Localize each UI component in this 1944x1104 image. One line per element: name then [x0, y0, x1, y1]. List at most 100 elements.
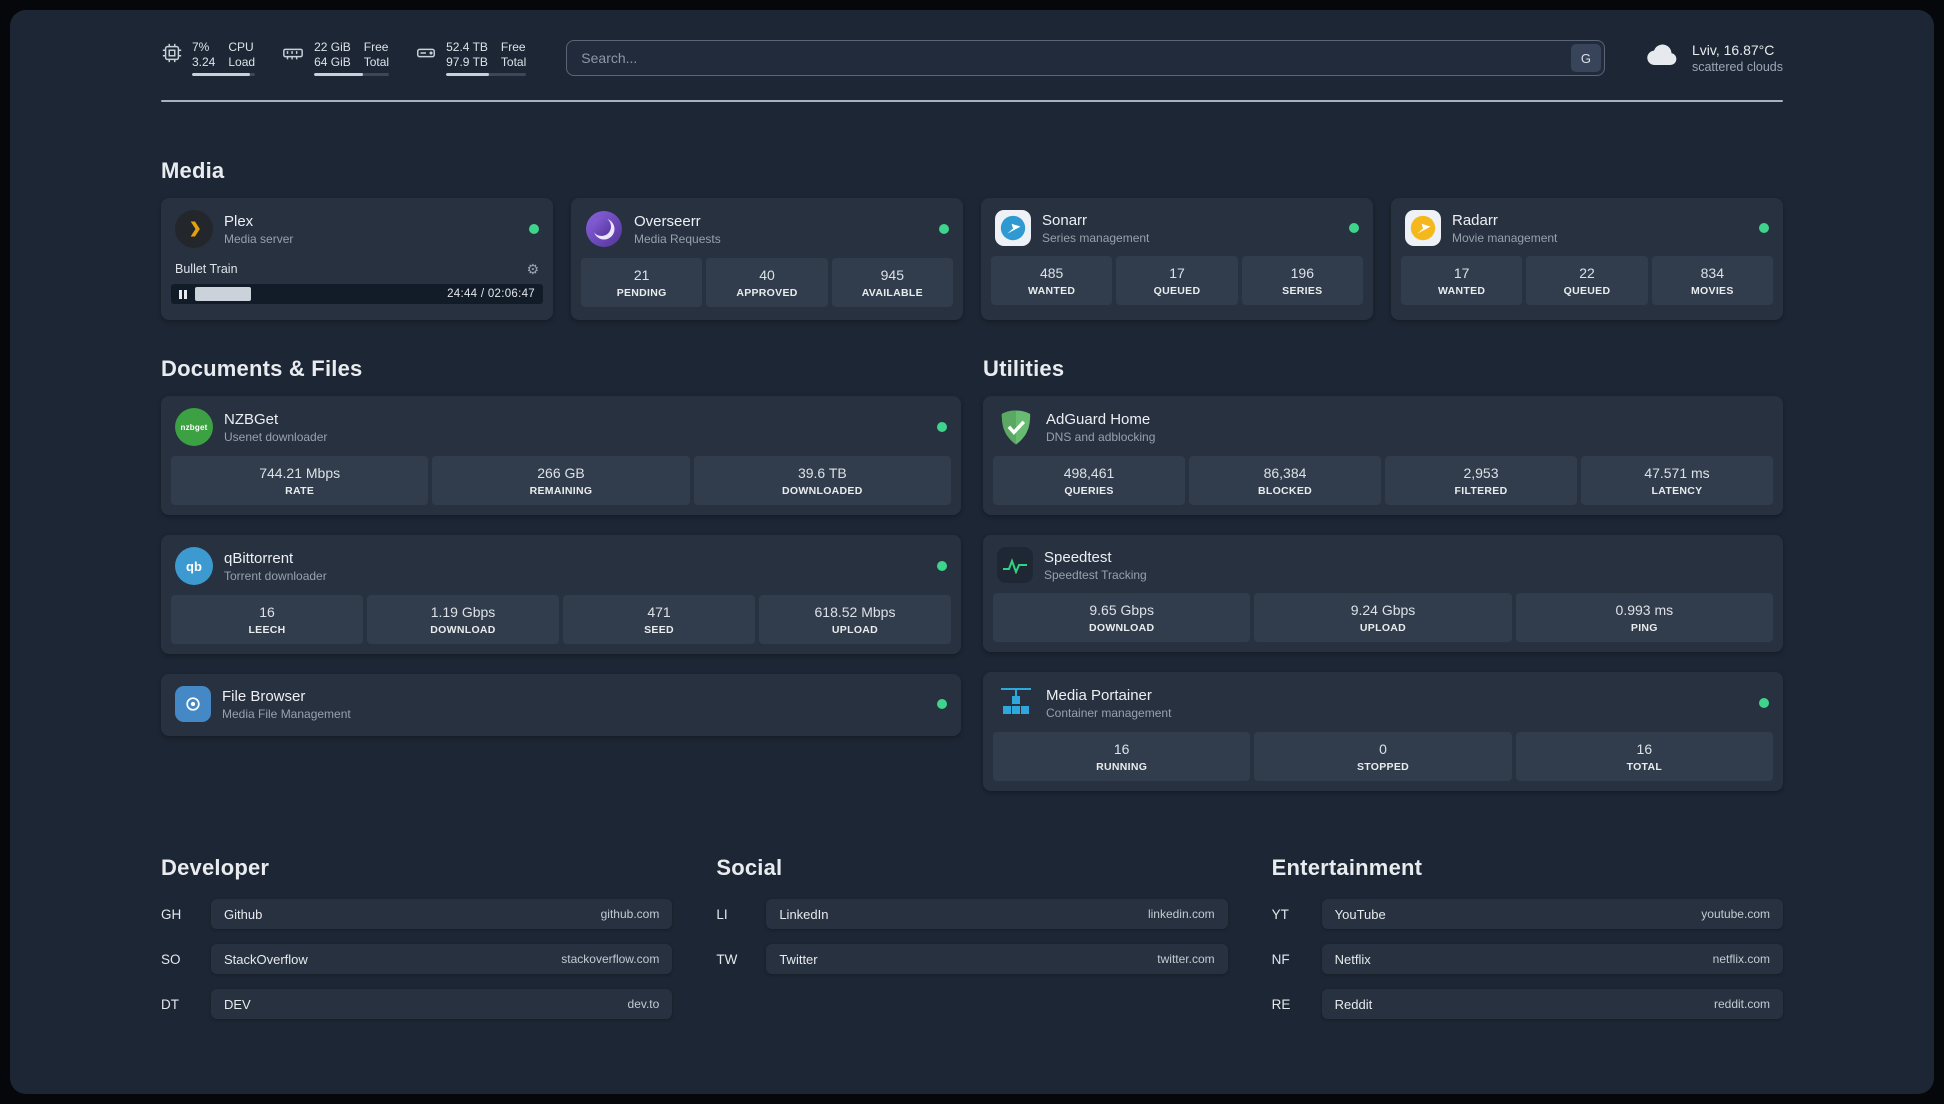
service-title: Overseerr — [634, 212, 701, 230]
service-link-radarr[interactable]: Radarr Movie management — [1401, 208, 1773, 256]
stat-leech: 16 LEECH — [171, 595, 363, 644]
service-card-sonarr: Sonarr Series management 485 WANTED 17 Q… — [981, 198, 1373, 320]
bookmark-abbr: GH — [161, 906, 182, 922]
service-card-qbittorrent: qb qBittorrent Torrent downloader 16 LEE… — [161, 535, 961, 654]
service-title: Speedtest — [1044, 548, 1112, 566]
cpu-label-2: Load — [228, 55, 256, 69]
section-title-media: Media — [161, 158, 225, 183]
service-title: NZBGet — [224, 410, 279, 428]
stat-upload: 9.24 Gbps UPLOAD — [1254, 593, 1512, 642]
section-title-entertainment: Entertainment — [1271, 855, 1423, 880]
stat-movies: 834 MOVIES — [1651, 256, 1773, 305]
status-dot — [1759, 698, 1769, 708]
service-subtitle: DNS and adblocking — [1046, 429, 1156, 444]
bookmark-abbr: SO — [161, 951, 181, 967]
search-bar: G — [566, 40, 1605, 76]
bookmark-abbr: DT — [161, 996, 179, 1012]
gear-icon[interactable]: ⚙ — [526, 262, 539, 276]
service-card-speedtest: Speedtest Speedtest Tracking 9.65 Gbps D… — [983, 535, 1783, 652]
service-subtitle: Torrent downloader — [224, 568, 327, 583]
search-input[interactable] — [566, 40, 1605, 76]
status-dot — [529, 224, 539, 234]
bookmark-abbr: YT — [1271, 906, 1289, 922]
bookmark-group-entertainment: Entertainment YT YouTube youtube.com NF … — [1272, 855, 1783, 1019]
bookmark-url: stackoverflow.com — [561, 952, 660, 966]
stat-queries: 498,461 QUERIES — [993, 456, 1185, 505]
stat-remaining: 266 GB REMAINING — [432, 456, 690, 505]
stat-wanted: 17 WANTED — [1401, 256, 1523, 305]
bookmark-card: Github github.com — [211, 899, 673, 929]
service-link-adguard[interactable]: AdGuard Home DNS and adblocking — [993, 406, 1773, 456]
cpu-load: 3.24 — [192, 55, 216, 69]
stat-approved: 40 APPROVED — [706, 258, 828, 307]
bookmark-url: reddit.com — [1713, 997, 1770, 1011]
bookmark-youtube[interactable]: YT YouTube youtube.com — [1272, 899, 1783, 929]
bookmark-twitter[interactable]: TW Twitter twitter.com — [716, 944, 1228, 974]
status-dot — [937, 699, 947, 709]
section-utilities: Utilities AdGuard Home DNS and adblockin… — [983, 356, 1783, 791]
header-divider — [161, 100, 1783, 102]
bookmark-linkedin[interactable]: LI LinkedIn linkedin.com — [716, 899, 1228, 929]
playback-progress-fill — [194, 287, 252, 301]
cpu-progress-fill — [192, 73, 251, 76]
bookmark-url: twitter.com — [1157, 952, 1215, 966]
service-title: File Browser — [222, 687, 306, 705]
bookmark-url: linkedin.com — [1147, 907, 1215, 921]
service-link-qbittorrent[interactable]: qb qBittorrent Torrent downloader — [171, 545, 951, 595]
memory-progress-track — [314, 73, 390, 76]
service-link-speedtest[interactable]: Speedtest Speedtest Tracking — [993, 545, 1773, 593]
memory-icon — [281, 42, 305, 64]
bookmark-reddit[interactable]: RE Reddit reddit.com — [1272, 989, 1783, 1019]
bookmark-card: StackOverflow stackoverflow.com — [211, 944, 673, 974]
status-dot — [937, 422, 947, 432]
disk-progress-track — [446, 73, 527, 76]
bookmark-netflix[interactable]: NF Netflix netflix.com — [1272, 944, 1783, 974]
service-link-plex[interactable]: Plex Media server — [171, 208, 543, 258]
memory-widget: 22 GiB 64 GiB Free Total — [281, 40, 390, 76]
dashboard: 7% 3.24 CPU Load 22 GiB 64 GiB Free Tota… — [10, 10, 1934, 1094]
sonarr-icon — [995, 210, 1031, 246]
bookmark-stackoverflow[interactable]: SO StackOverflow stackoverflow.com — [161, 944, 673, 974]
bookmark-dev[interactable]: DT DEV dev.to — [161, 989, 673, 1019]
disk-widget: 52.4 TB 97.9 TB Free Total — [415, 40, 527, 76]
stat-pending: 21 PENDING — [581, 258, 703, 307]
disk-progress-fill — [446, 73, 489, 76]
playback-time: 24:44 / 02:06:47 — [447, 288, 535, 300]
bookmark-card: DEV dev.to — [211, 989, 673, 1019]
memory-total: 64 GiB — [314, 55, 351, 69]
section-title-social: Social — [716, 855, 783, 880]
disk-total: 97.9 TB — [446, 55, 488, 69]
stat-stopped: 0 STOPPED — [1254, 732, 1512, 781]
disk-label-1: Free — [500, 40, 526, 54]
bookmark-card: Twitter twitter.com — [766, 944, 1228, 974]
overseerr-icon — [585, 210, 623, 248]
bookmark-card: Netflix netflix.com — [1321, 944, 1783, 974]
bookmark-url: github.com — [600, 907, 660, 921]
stat-series: 196 SERIES — [1241, 256, 1363, 305]
bookmark-card: Reddit reddit.com — [1321, 989, 1783, 1019]
cpu-progress-track — [192, 73, 256, 76]
memory-label-2: Total — [363, 55, 390, 69]
bookmark-name: Github — [224, 906, 263, 922]
service-link-nzbget[interactable]: nzbget NZBGet Usenet downloader — [171, 406, 951, 456]
service-link-portainer[interactable]: Media Portainer Container management — [993, 682, 1773, 732]
search-provider-button[interactable]: G — [1570, 44, 1601, 72]
stat-running: 16 RUNNING — [993, 732, 1251, 781]
service-subtitle: Usenet downloader — [224, 429, 328, 444]
stat-rate: 744.21 Mbps RATE — [171, 456, 429, 505]
portainer-icon — [997, 684, 1035, 722]
service-link-overseerr[interactable]: Overseerr Media Requests — [581, 208, 953, 258]
service-link-filebrowser[interactable]: File Browser Media File Management — [171, 684, 951, 726]
bookmark-url: netflix.com — [1712, 952, 1770, 966]
bookmark-url: youtube.com — [1701, 907, 1770, 921]
section-media: Media Plex Media server Bullet Train ⚙ 2… — [161, 158, 1783, 320]
stat-blocked: 86,384 BLOCKED — [1189, 456, 1381, 505]
plex-icon — [175, 210, 213, 248]
service-link-sonarr[interactable]: Sonarr Series management — [991, 208, 1363, 256]
stat-seed: 471 SEED — [563, 595, 755, 644]
bookmark-abbr: TW — [716, 951, 738, 967]
bookmark-name: DEV — [224, 996, 251, 1012]
service-title: Plex — [224, 212, 254, 230]
bookmark-name: YouTube — [1334, 906, 1386, 922]
bookmark-github[interactable]: GH Github github.com — [161, 899, 673, 929]
